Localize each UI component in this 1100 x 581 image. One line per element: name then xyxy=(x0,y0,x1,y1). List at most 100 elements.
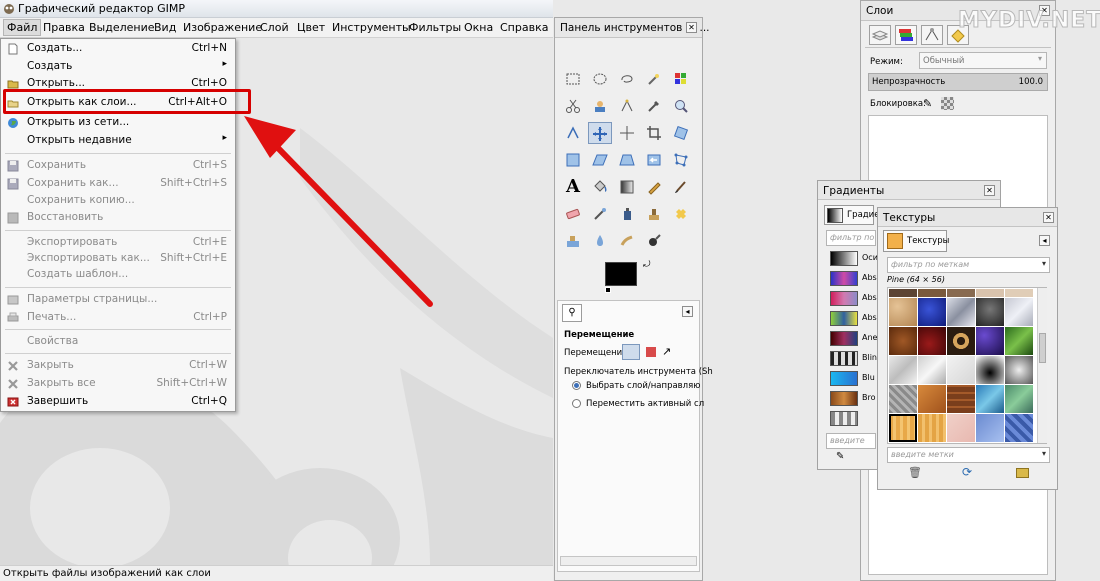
menu-item-create-template[interactable]: Создать шаблон... xyxy=(1,267,235,283)
move-layer-mode-button[interactable] xyxy=(622,344,640,360)
crop-tool-icon[interactable] xyxy=(642,122,666,144)
layers-tab-icon[interactable] xyxy=(869,25,891,45)
menu-filters[interactable]: Фильтры xyxy=(409,21,461,34)
gradients-tab[interactable]: Градиен xyxy=(824,205,885,225)
menu-item-save-copy[interactable]: Сохранить копию... xyxy=(1,193,235,209)
pattern-swatch[interactable] xyxy=(976,289,1004,297)
menu-tools[interactable]: Инструменты xyxy=(332,21,411,34)
menu-item-open-recent[interactable]: Открыть недавние ▸ xyxy=(1,133,235,149)
pattern-swatch[interactable] xyxy=(918,385,946,413)
eraser-tool-icon[interactable] xyxy=(561,203,585,225)
menu-select[interactable]: Выделение xyxy=(89,21,155,34)
perspective-tool-icon[interactable] xyxy=(615,149,639,171)
pattern-swatch-selected[interactable] xyxy=(889,414,917,442)
text-tool-icon[interactable]: A xyxy=(561,176,585,198)
pattern-swatch[interactable] xyxy=(947,298,975,326)
rect-select-tool-icon[interactable] xyxy=(561,68,585,90)
channels-tab-icon[interactable] xyxy=(895,25,917,45)
menu-item-new[interactable]: Создать... Ctrl+N xyxy=(1,41,235,57)
pattern-swatch[interactable] xyxy=(947,327,975,355)
menu-item-properties[interactable]: Свойства xyxy=(1,334,235,350)
pattern-swatch[interactable] xyxy=(918,414,946,442)
tool-options-menu-icon[interactable]: ◂ xyxy=(682,306,693,317)
pattern-swatch[interactable] xyxy=(947,289,975,297)
menu-file[interactable]: Файл xyxy=(3,19,42,36)
menu-image[interactable]: Изображение xyxy=(183,21,262,34)
foreground-color-swatch[interactable] xyxy=(605,262,637,286)
lock-alpha-icon[interactable] xyxy=(941,97,954,110)
smudge-tool-icon[interactable] xyxy=(615,230,639,252)
horizontal-scrollbar[interactable] xyxy=(560,556,697,566)
scissors-tool-icon[interactable] xyxy=(561,95,585,117)
patterns-tags-input[interactable]: введите метки ▾ xyxy=(887,447,1050,463)
menu-help[interactable]: Справка xyxy=(500,21,548,34)
pattern-swatch[interactable] xyxy=(976,356,1004,384)
trash-icon[interactable]: 🗑 xyxy=(908,466,922,479)
patterns-filter-input[interactable]: фильтр по меткам ▾ xyxy=(887,257,1050,273)
menu-item-close[interactable]: Закрыть Ctrl+W xyxy=(1,358,235,374)
blend-tool-icon[interactable] xyxy=(615,176,639,198)
opacity-slider[interactable]: Непрозрачность 100.0 xyxy=(868,73,1048,91)
align-tool-icon[interactable] xyxy=(615,122,639,144)
pattern-swatch[interactable] xyxy=(976,414,1004,442)
ellipse-select-tool-icon[interactable] xyxy=(588,68,612,90)
close-icon[interactable]: ✕ xyxy=(984,185,995,196)
radio-move-active-layer[interactable] xyxy=(572,399,581,408)
open-folder-icon[interactable] xyxy=(1016,468,1029,478)
gradients-filter-input[interactable]: фильтр по xyxy=(826,230,876,246)
pattern-swatch[interactable] xyxy=(889,298,917,326)
patterns-grid[interactable] xyxy=(887,287,1047,444)
scale-tool-icon[interactable] xyxy=(561,149,585,171)
pattern-swatch[interactable] xyxy=(947,356,975,384)
mode-select[interactable]: Обычный ▾ xyxy=(919,52,1047,69)
menu-item-quit[interactable]: Завершить Ctrl+Q xyxy=(1,394,235,410)
bucket-fill-tool-icon[interactable] xyxy=(588,176,612,198)
close-icon[interactable]: ✕ xyxy=(686,22,697,33)
menu-item-save-as[interactable]: Сохранить как... Shift+Ctrl+S xyxy=(1,176,235,192)
color-select-tool-icon[interactable] xyxy=(669,68,693,90)
menu-item-export[interactable]: Экспортировать Ctrl+E xyxy=(1,235,235,251)
dodge-burn-tool-icon[interactable] xyxy=(642,230,666,252)
color-picker-tool-icon[interactable] xyxy=(642,95,666,117)
blur-tool-icon[interactable] xyxy=(588,230,612,252)
menu-item-open-location[interactable]: Открыть из сети... xyxy=(1,115,235,131)
lasso-tool-icon[interactable] xyxy=(615,68,639,90)
menu-item-revert[interactable]: Восстановить xyxy=(1,210,235,226)
paintbrush-tool-icon[interactable] xyxy=(669,176,693,198)
ink-tool-icon[interactable] xyxy=(615,203,639,225)
menu-edit[interactable]: Правка xyxy=(43,21,85,34)
pattern-swatch[interactable] xyxy=(889,289,917,297)
pattern-swatch[interactable] xyxy=(918,298,946,326)
foreground-select-tool-icon[interactable] xyxy=(588,95,612,117)
close-icon[interactable]: ✕ xyxy=(1043,212,1054,223)
airbrush-tool-icon[interactable] xyxy=(588,203,612,225)
pattern-swatch[interactable] xyxy=(947,414,975,442)
pattern-swatch[interactable] xyxy=(918,289,946,297)
pattern-swatch[interactable] xyxy=(889,356,917,384)
shear-tool-icon[interactable] xyxy=(588,149,612,171)
paths-tab-icon[interactable] xyxy=(921,25,943,45)
pattern-swatch[interactable] xyxy=(1005,289,1033,297)
clone-tool-icon[interactable] xyxy=(642,203,666,225)
pencil-tool-icon[interactable] xyxy=(642,176,666,198)
menu-view[interactable]: Вид xyxy=(154,21,176,34)
patterns-scrollbar[interactable] xyxy=(1037,288,1047,443)
perspective-clone-tool-icon[interactable] xyxy=(561,230,585,252)
menu-item-page-setup[interactable]: Параметры страницы... xyxy=(1,292,235,308)
pattern-swatch[interactable] xyxy=(1005,414,1033,442)
flip-tool-icon[interactable] xyxy=(642,149,666,171)
gradients-tags-input[interactable]: введите xyxy=(826,433,876,449)
move-selection-mode-icon[interactable] xyxy=(646,347,656,357)
menu-item-export-as[interactable]: Экспортировать как... Shift+Ctrl+E xyxy=(1,251,235,267)
tool-options-tab[interactable]: ⚲ xyxy=(562,304,582,322)
rotate-tool-icon[interactable] xyxy=(669,122,693,144)
menu-item-close-all[interactable]: Закрыть все Shift+Ctrl+W xyxy=(1,376,235,392)
radio-pick-layer[interactable] xyxy=(572,381,581,390)
pattern-swatch[interactable] xyxy=(918,327,946,355)
pattern-swatch[interactable] xyxy=(976,298,1004,326)
pattern-swatch[interactable] xyxy=(1005,327,1033,355)
pattern-swatch[interactable] xyxy=(976,327,1004,355)
move-path-mode-icon[interactable]: ↗ xyxy=(662,345,671,358)
default-colors-icon[interactable] xyxy=(605,287,611,293)
fuzzy-select-tool-icon[interactable] xyxy=(642,68,666,90)
